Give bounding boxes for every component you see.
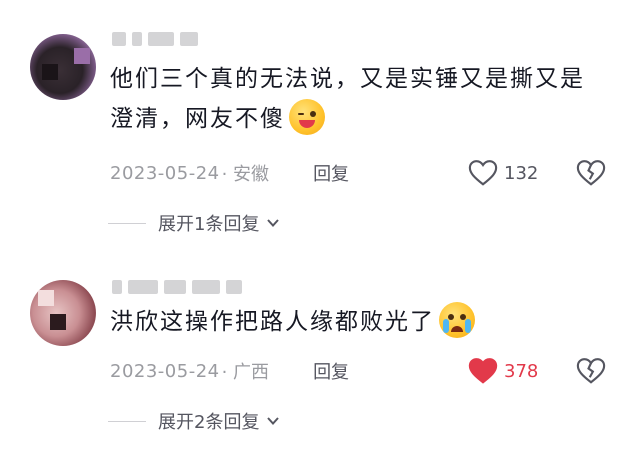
comment-text: 洪欣这操作把路人缘都败光了	[110, 302, 600, 342]
username-masked[interactable]	[112, 276, 242, 298]
reply-button[interactable]: 回复	[313, 358, 349, 384]
dislike-broken-heart-icon[interactable]	[576, 356, 606, 386]
heart-filled-icon	[468, 358, 498, 384]
comment-location: · 安徽	[221, 164, 270, 185]
reply-button[interactable]: 回复	[313, 160, 349, 186]
comment-meta: 2023-05-24 · 广西 回复 378	[110, 354, 610, 388]
comment-date: 2023-05-24	[110, 162, 220, 184]
expand-replies-label: 展开2条回复	[158, 412, 260, 433]
comment-text: 他们三个真的无法说，又是实锤又是撕又是澄清，网友不傻	[110, 60, 600, 139]
heart-outline-icon	[468, 160, 498, 186]
expand-replies-button[interactable]: 展开1条回复	[108, 208, 281, 238]
like-count: 378	[504, 360, 539, 382]
chevron-down-icon	[267, 219, 280, 227]
divider-line	[108, 222, 146, 224]
crying-face-emoji	[439, 302, 475, 338]
expand-replies-label: 展开1条回复	[158, 214, 260, 235]
comment-body: 洪欣这操作把路人缘都败光了	[110, 309, 435, 335]
avatar-mosaic	[50, 314, 66, 330]
comment-body: 他们三个真的无法说，又是实锤又是撕又是澄清，网友不傻	[110, 66, 585, 132]
comment-meta: 2023-05-24 · 安徽 回复 132	[110, 156, 610, 190]
chevron-down-icon	[267, 417, 280, 425]
divider-line	[108, 420, 146, 422]
like-button[interactable]: 132	[468, 156, 538, 190]
like-count: 132	[504, 162, 539, 184]
dislike-broken-heart-icon[interactable]	[576, 158, 606, 188]
username-masked[interactable]	[112, 28, 198, 50]
like-button[interactable]: 378	[468, 354, 538, 388]
winking-tongue-emoji	[289, 99, 325, 135]
avatar[interactable]	[30, 280, 96, 346]
avatar-mosaic	[74, 48, 90, 64]
comment-date: 2023-05-24	[110, 360, 220, 382]
expand-replies-button[interactable]: 展开2条回复	[108, 406, 281, 436]
avatar-mosaic	[42, 64, 58, 80]
avatar[interactable]	[30, 34, 96, 100]
comment-location: · 广西	[221, 362, 270, 383]
avatar-mosaic	[38, 290, 54, 306]
